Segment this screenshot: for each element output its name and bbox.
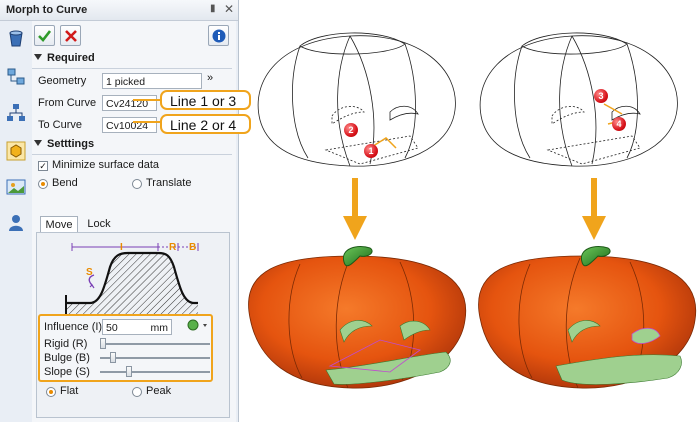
hierarchy-icon[interactable] xyxy=(6,103,26,123)
to-curve-callout: Line 2 or 4 xyxy=(160,114,251,134)
cancel-button[interactable] xyxy=(60,25,81,46)
from-curve-callout: Line 1 or 3 xyxy=(160,90,251,110)
influence-input[interactable]: 50 mm xyxy=(102,319,172,335)
profile-diagram xyxy=(65,243,199,315)
cube-icon[interactable] xyxy=(6,141,26,161)
tool-sidebar xyxy=(0,21,30,422)
info-icon xyxy=(212,29,225,42)
influence-unit: mm xyxy=(150,322,169,334)
slope-slider-thumb[interactable] xyxy=(126,366,132,377)
collapse-triangle-icon xyxy=(34,140,42,146)
influence-label: Influence (I) xyxy=(44,321,103,333)
diagram-label-r: R xyxy=(169,242,177,253)
tab-move[interactable]: Move xyxy=(40,216,78,233)
marker-1: 1 xyxy=(364,144,378,158)
dialog-titlebar: Morph to Curve ▮ ✕ xyxy=(0,0,238,21)
geometry-field[interactable]: 1 picked xyxy=(102,73,202,89)
peak-radio[interactable] xyxy=(132,387,142,397)
ok-button[interactable] xyxy=(34,25,55,46)
image-icon[interactable] xyxy=(6,177,26,197)
bend-radio[interactable] xyxy=(38,179,48,189)
check-icon xyxy=(38,30,51,42)
flat-label: Flat xyxy=(60,385,79,397)
solid-pumpkin-right xyxy=(478,246,697,389)
pumpkin-illustration xyxy=(248,32,697,389)
tab-lock[interactable]: Lock xyxy=(80,216,118,233)
diagram-label-s: S xyxy=(86,267,93,278)
minimize-label: Minimize surface data xyxy=(52,159,159,171)
marker-3: 3 xyxy=(594,89,608,103)
bulge-label: Bulge (B) xyxy=(44,352,90,364)
measure-dropdown-icon[interactable] xyxy=(187,319,209,333)
slope-slider-track[interactable] xyxy=(100,371,210,373)
dialog-title: Morph to Curve xyxy=(6,4,88,16)
translate-radio[interactable] xyxy=(132,179,142,189)
pin-icon[interactable]: ▮ xyxy=(210,3,220,15)
minimize-checkbox[interactable]: ✓ xyxy=(38,161,48,171)
bend-label: Bend xyxy=(52,177,78,189)
bulge-slider-track[interactable] xyxy=(100,357,210,359)
bucket-icon[interactable] xyxy=(6,29,26,49)
required-section-header[interactable]: Required xyxy=(32,52,232,69)
flat-radio[interactable] xyxy=(46,387,56,397)
bulge-slider-thumb[interactable] xyxy=(110,352,117,363)
translate-label: Translate xyxy=(146,177,192,189)
marker-4: 4 xyxy=(612,117,626,131)
diagram-label-i: I xyxy=(120,242,123,253)
x-icon xyxy=(64,29,77,42)
close-icon[interactable]: ✕ xyxy=(224,2,234,16)
down-arrow-left xyxy=(343,178,367,240)
diagram-label-b: B xyxy=(189,242,197,253)
collapse-triangle-icon xyxy=(34,54,42,60)
down-arrow-right xyxy=(582,178,606,240)
peak-label: Peak xyxy=(146,385,172,397)
wireframe-pumpkin-left xyxy=(257,32,456,167)
info-button[interactable] xyxy=(208,25,229,46)
user-icon[interactable] xyxy=(6,213,26,233)
rigid-label: Rigid (R) xyxy=(44,338,88,350)
settings-section-header[interactable]: Setttings xyxy=(32,138,232,155)
required-header-label: Required xyxy=(47,52,95,64)
settings-header-label: Setttings xyxy=(47,138,95,150)
rigid-slider-track[interactable] xyxy=(100,343,210,345)
rigid-slider-thumb[interactable] xyxy=(100,338,106,349)
geometry-label: Geometry xyxy=(38,75,87,87)
influence-value: 50 xyxy=(106,322,118,334)
wireframe-pumpkin-right xyxy=(479,32,678,167)
slope-label: Slope (S) xyxy=(44,366,90,378)
callout-connectors xyxy=(133,99,160,123)
from-curve-label: From Curve xyxy=(38,97,97,109)
tree-icon[interactable] xyxy=(6,67,26,87)
to-curve-label: To Curve xyxy=(38,119,83,131)
morph-to-curve-dialog: Morph to Curve ▮ ✕ Required Geometry 1 p… xyxy=(0,0,239,422)
marker-2: 2 xyxy=(344,123,358,137)
expand-chevron-icon[interactable]: » xyxy=(207,72,213,84)
solid-pumpkin-left xyxy=(248,246,467,389)
